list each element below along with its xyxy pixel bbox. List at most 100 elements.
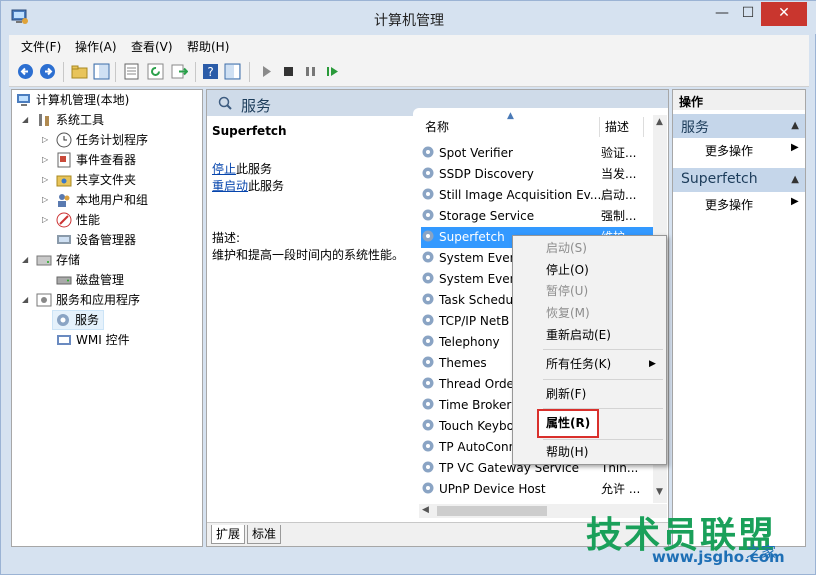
collapse-triangle-icon[interactable]: ◢: [22, 110, 32, 130]
ctx-pause[interactable]: 暂停(U): [546, 281, 664, 301]
ctx-all-tasks-label: 所有任务(K): [546, 357, 612, 371]
service-name: Time Broker: [439, 398, 512, 412]
watermark-url: www.jsgho.com: [652, 548, 785, 566]
expand-triangle-icon[interactable]: ▷: [42, 150, 52, 170]
actions-section-label: Superfetch: [681, 171, 758, 187]
column-header-name[interactable]: 名称: [425, 117, 449, 137]
wmi-icon: [57, 335, 71, 345]
services-apps-icon: [36, 293, 52, 307]
tab-standard[interactable]: 标准: [247, 525, 282, 544]
service-row[interactable]: Spot Verifier 验证...: [421, 143, 653, 164]
tab-extended[interactable]: 扩展: [211, 525, 246, 544]
collapse-triangle-icon[interactable]: ◢: [22, 290, 32, 310]
expand-triangle-icon[interactable]: ▷: [42, 130, 52, 150]
maximize-button[interactable]: ☐: [735, 2, 761, 26]
more-actions-superfetch[interactable]: 更多操作 ▶: [705, 196, 799, 213]
close-button[interactable]: ✕: [761, 2, 807, 26]
scroll-down-icon[interactable]: ▼: [656, 487, 663, 497]
actions-header: 操作: [673, 90, 805, 110]
service-row[interactable]: SSDP Discovery 当发...: [421, 164, 653, 185]
actions-section-label: 服务: [681, 120, 709, 136]
stop-service-icon[interactable]: [280, 63, 297, 80]
more-actions-label: 更多操作: [705, 198, 754, 212]
show-hide-action-pane-icon[interactable]: [224, 63, 241, 80]
ctx-help[interactable]: 帮助(H): [546, 442, 664, 462]
service-name: Themes: [439, 356, 487, 370]
ctx-refresh[interactable]: 刷新(F): [546, 384, 664, 404]
actions-section-services[interactable]: 服务 ▲: [673, 114, 805, 138]
services-gear-icon: [57, 314, 69, 326]
tree-label: 本地用户和组: [76, 193, 149, 207]
column-header-desc[interactable]: 描述: [605, 117, 629, 137]
sort-ascending-icon: ▲: [507, 111, 514, 121]
start-service-icon[interactable]: [258, 63, 275, 80]
restart-service-icon[interactable]: [324, 63, 341, 80]
collapse-up-icon[interactable]: ▲: [791, 174, 799, 185]
service-gear-icon: [422, 272, 434, 284]
menu-view[interactable]: 查看(V): [131, 38, 173, 55]
service-desc: 验证...: [601, 146, 637, 160]
pause-service-icon[interactable]: [302, 63, 319, 80]
show-hide-tree-icon[interactable]: [93, 63, 110, 80]
forward-arrow-icon[interactable]: [39, 63, 56, 80]
scroll-left-icon[interactable]: ◀: [422, 505, 429, 515]
tree-item-services[interactable]: 服务: [52, 310, 104, 330]
service-gear-icon: [422, 146, 434, 158]
menu-action[interactable]: 操作(A): [75, 38, 117, 55]
ctx-restart[interactable]: 重新启动(E): [546, 325, 664, 345]
service-gear-icon: [422, 230, 434, 242]
menu-help[interactable]: 帮助(H): [187, 38, 229, 55]
ctx-resume[interactable]: 恢复(M): [546, 303, 664, 323]
tools-icon: [39, 114, 49, 126]
service-name: TCP/IP NetB: [439, 314, 510, 328]
expand-triangle-icon[interactable]: ▷: [42, 190, 52, 210]
service-row[interactable]: Storage Service 强制...: [421, 206, 653, 227]
collapse-up-icon[interactable]: ▲: [791, 120, 799, 131]
restart-service-line: 重启动此服务: [212, 177, 284, 194]
collapse-triangle-icon[interactable]: ◢: [22, 250, 32, 270]
toolbar-separator: [249, 62, 250, 82]
ctx-stop[interactable]: 停止(O): [546, 260, 664, 280]
more-actions-services[interactable]: 更多操作 ▶: [705, 142, 799, 159]
service-gear-icon: [422, 419, 434, 431]
tree-label: 存储: [56, 253, 81, 267]
menu-file[interactable]: 文件(F): [21, 38, 61, 55]
stop-service-link[interactable]: 停止: [212, 162, 236, 176]
tree-label: 事件查看器: [76, 153, 137, 167]
disk-icon: [56, 276, 72, 285]
refresh-icon[interactable]: [147, 63, 164, 80]
service-name: SSDP Discovery: [439, 167, 534, 181]
stop-service-line: 停止此服务: [212, 160, 272, 177]
clock-icon: [56, 132, 72, 148]
tree-label: 共享文件夹: [76, 173, 137, 187]
help-icon[interactable]: ?: [202, 63, 219, 80]
services-search-icon: [218, 96, 232, 110]
service-name: Spot Verifier: [439, 146, 513, 160]
service-row[interactable]: Still Image Acquisition Ev... 启动...: [421, 185, 653, 206]
scroll-up-icon[interactable]: ▲: [656, 117, 663, 127]
service-name: System Even: [439, 251, 518, 265]
actions-section-superfetch[interactable]: Superfetch ▲: [673, 168, 805, 192]
ctx-properties[interactable]: 属性(R): [546, 413, 664, 433]
service-gear-icon: [422, 461, 434, 473]
tree-label: 服务: [75, 313, 100, 327]
expand-triangle-icon[interactable]: ▷: [42, 210, 52, 230]
minimize-button[interactable]: —: [709, 2, 735, 26]
expand-triangle-icon[interactable]: ▷: [42, 170, 52, 190]
toolbar-separator: [115, 62, 116, 82]
computer-management-icon: [17, 94, 30, 106]
restart-service-link[interactable]: 重启动: [212, 179, 248, 193]
ctx-start[interactable]: 启动(S): [546, 238, 664, 258]
back-arrow-icon[interactable]: [17, 63, 34, 80]
ctx-separator: [543, 439, 663, 440]
service-name: Touch Keybo: [439, 419, 514, 433]
export-list-icon[interactable]: [171, 63, 188, 80]
service-desc: 允许 ...: [601, 482, 641, 496]
ctx-all-tasks[interactable]: 所有任务(K) ▶: [546, 354, 664, 374]
scroll-thumb[interactable]: [437, 506, 547, 516]
service-name: Superfetch: [439, 230, 505, 244]
properties-sheet-icon[interactable]: [123, 63, 140, 80]
up-folder-icon[interactable]: [71, 63, 88, 80]
service-row[interactable]: UPnP Device Host 允许 ...: [421, 479, 653, 500]
service-gear-icon: [422, 293, 434, 305]
